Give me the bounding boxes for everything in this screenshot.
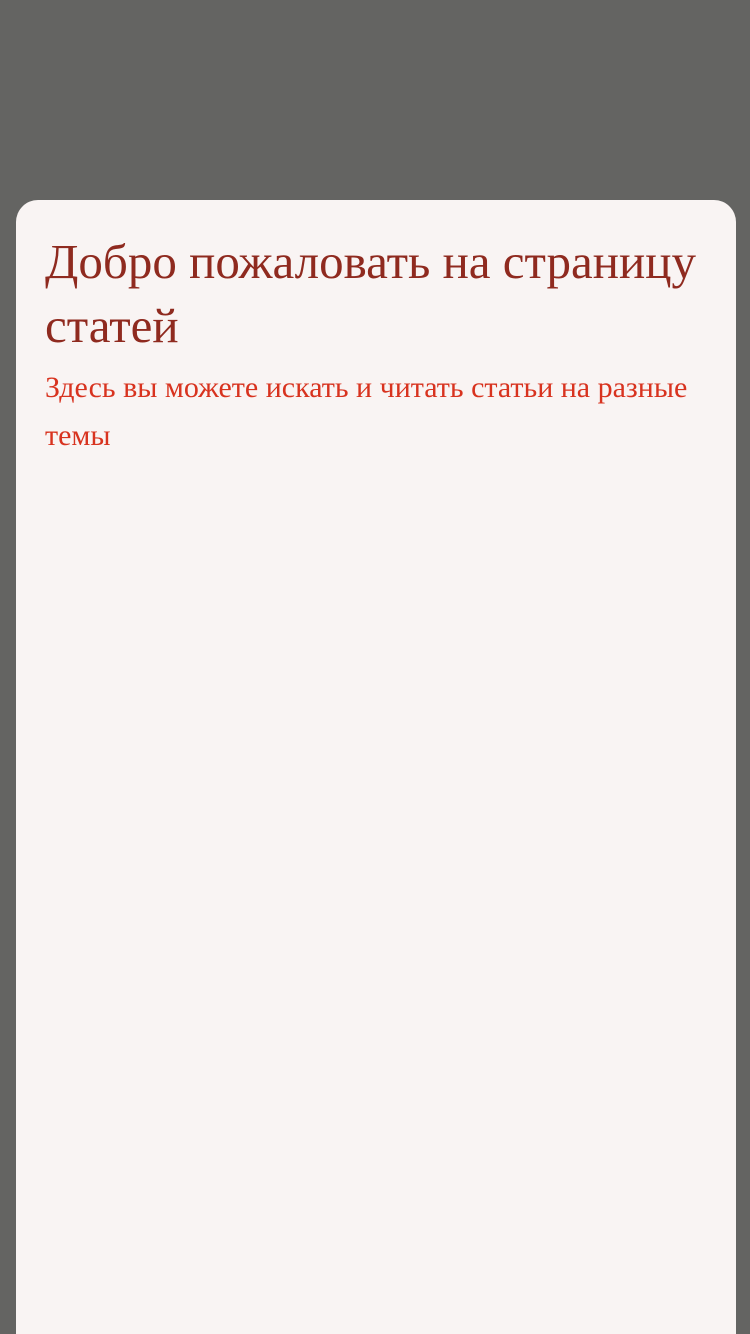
modal-backdrop[interactable]	[0, 0, 750, 200]
sheet-title: Добро пожаловать на страницу статей	[45, 234, 696, 353]
sheet-subtitle: Здесь вы можете искать и читать статьи н…	[45, 371, 688, 452]
bottom-sheet: Добро пожаловать на страницу статей Здес…	[16, 200, 736, 1334]
